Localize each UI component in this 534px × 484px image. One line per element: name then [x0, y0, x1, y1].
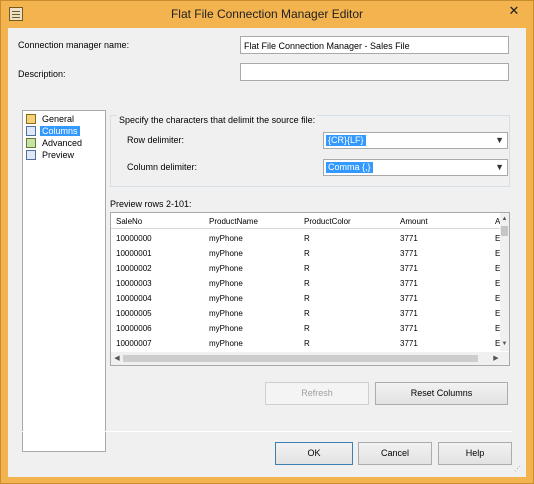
cell-saleno: 10000002: [116, 264, 152, 273]
scroll-up-icon[interactable]: ▲: [500, 215, 509, 224]
cell-amount: 3771: [400, 309, 418, 318]
connection-name-label: Connection manager name:: [18, 40, 130, 50]
cell-amount: 3771: [400, 234, 418, 243]
nav-item-label: Columns: [40, 126, 80, 136]
advanced-icon: [26, 138, 36, 148]
scrollbar-corner: [500, 352, 509, 365]
preview-icon: [26, 150, 36, 160]
scroll-left-icon[interactable]: ◀: [112, 352, 122, 365]
columns-icon: [26, 126, 36, 136]
resize-grip-icon[interactable]: ⋰: [514, 465, 524, 475]
cell-saleno: 10000001: [116, 249, 152, 258]
cell-saleno: 10000004: [116, 294, 152, 303]
table-row: 10000006 myPhone R 3771 E: [111, 322, 503, 337]
ok-button[interactable]: OK: [275, 442, 353, 465]
cell-productcolor: R: [304, 309, 310, 318]
button-separator: [22, 431, 512, 432]
horizontal-scrollbar[interactable]: ◀ ▶: [111, 352, 502, 365]
cell-amount: 3771: [400, 279, 418, 288]
table-row: 10000007 myPhone R 3771 E: [111, 337, 503, 352]
nav-item-general[interactable]: General: [26, 113, 76, 125]
connection-name-input[interactable]: Flat File Connection Manager - Sales Fil…: [240, 36, 509, 54]
cell-productname: myPhone: [209, 249, 243, 258]
cell-productcolor: R: [304, 324, 310, 333]
help-button[interactable]: Help: [438, 442, 512, 465]
row-delimiter-label: Row delimiter:: [127, 135, 185, 145]
vertical-scroll-thumb[interactable]: [501, 226, 508, 236]
column-header-amount: Amount: [400, 217, 428, 226]
refresh-button[interactable]: Refresh: [265, 382, 369, 405]
cell-saleno: 10000006: [116, 324, 152, 333]
scroll-down-icon[interactable]: ▼: [500, 340, 509, 349]
page-navigation-list: General Columns Advanced Preview: [22, 110, 106, 452]
table-row: 10000005 myPhone R 3771 E: [111, 307, 503, 322]
preview-grid[interactable]: SaleNo ProductName ProductColor Amount A…: [110, 212, 510, 366]
description-input[interactable]: [240, 63, 509, 81]
cell-saleno: 10000007: [116, 339, 152, 348]
row-delimiter-select[interactable]: {CR}{LF} ▼: [323, 132, 508, 149]
cell-productname: myPhone: [209, 324, 243, 333]
nav-item-label: Advanced: [42, 138, 83, 148]
cell-saleno: 10000003: [116, 279, 152, 288]
nav-item-columns[interactable]: Columns: [26, 125, 80, 137]
vertical-scrollbar[interactable]: ▲ ▼: [500, 213, 509, 351]
cell-amount: 3771: [400, 249, 418, 258]
column-header-productcolor: ProductColor: [304, 217, 351, 226]
cell-productcolor: R: [304, 249, 310, 258]
dialog-client-area: Connection manager name: Flat File Conne…: [8, 28, 526, 477]
column-header-productname: ProductName: [209, 217, 258, 226]
nav-item-advanced[interactable]: Advanced: [26, 137, 84, 149]
row-delimiter-value: {CR}{LF}: [326, 135, 366, 146]
horizontal-scroll-thumb[interactable]: [123, 355, 478, 362]
column-delimiter-label: Column delimiter:: [127, 162, 198, 172]
description-label: Description:: [18, 69, 66, 79]
cancel-button[interactable]: Cancel: [358, 442, 432, 465]
preview-rows-label: Preview rows 2-101:: [110, 199, 192, 209]
chevron-down-icon: ▼: [495, 162, 504, 172]
table-row: 10000004 myPhone R 3771 E: [111, 292, 503, 307]
window-title: Flat File Connection Manager Editor: [170, 7, 364, 21]
title-bar[interactable]: Flat File Connection Manager Editor ✕: [1, 1, 533, 28]
cell-amount: 3771: [400, 294, 418, 303]
grid-header-row: SaleNo ProductName ProductColor Amount A: [111, 213, 503, 229]
dialog-window: Flat File Connection Manager Editor ✕ Co…: [0, 0, 534, 484]
cell-productname: myPhone: [209, 294, 243, 303]
cell-amount: 3771: [400, 324, 418, 333]
cell-productname: myPhone: [209, 264, 243, 273]
nav-item-label: General: [42, 114, 75, 124]
cell-amount: 3771: [400, 264, 418, 273]
general-icon: [26, 114, 36, 124]
cell-productname: myPhone: [209, 309, 243, 318]
column-delimiter-select[interactable]: Comma {,} ▼: [323, 159, 508, 176]
cell-productname: myPhone: [209, 234, 243, 243]
cell-saleno: 10000000: [116, 234, 152, 243]
table-row: 10000001 myPhone R 3771 E: [111, 247, 503, 262]
cell-saleno: 10000005: [116, 309, 152, 318]
cell-productcolor: R: [304, 339, 310, 348]
cell-productcolor: R: [304, 279, 310, 288]
table-row: 10000000 myPhone R 3771 E: [111, 232, 503, 247]
cell-productcolor: R: [304, 294, 310, 303]
column-header-saleno: SaleNo: [116, 217, 143, 226]
chevron-down-icon: ▼: [495, 135, 504, 145]
nav-item-label: Preview: [42, 150, 75, 160]
close-button[interactable]: ✕: [499, 2, 529, 20]
table-row: 10000003 myPhone R 3771 E: [111, 277, 503, 292]
reset-columns-button[interactable]: Reset Columns: [375, 382, 508, 405]
table-row: 10000002 myPhone R 3771 E: [111, 262, 503, 277]
nav-item-preview[interactable]: Preview: [26, 149, 76, 161]
delimiter-group-title: Specify the characters that delimit the …: [117, 115, 318, 125]
column-delimiter-value: Comma {,}: [326, 162, 373, 173]
cell-productname: myPhone: [209, 279, 243, 288]
cell-productcolor: R: [304, 264, 310, 273]
cell-amount: 3771: [400, 339, 418, 348]
cell-productcolor: R: [304, 234, 310, 243]
cell-productname: myPhone: [209, 339, 243, 348]
delimiter-groupbox: Specify the characters that delimit the …: [110, 115, 510, 187]
